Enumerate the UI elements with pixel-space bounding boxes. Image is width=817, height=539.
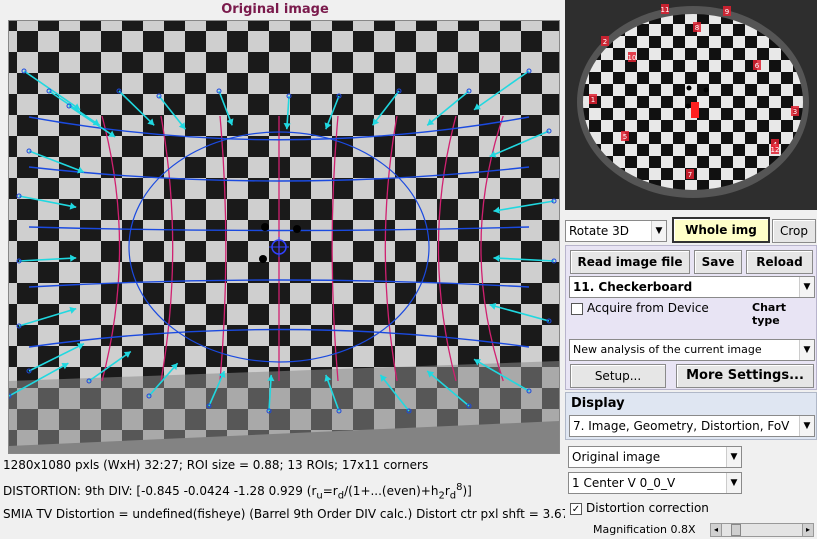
slider-right-arrow-icon[interactable]: ▸ xyxy=(802,524,813,536)
whole-img-button[interactable]: Whole img xyxy=(672,217,770,243)
magnification-label: Magnification 0.8X xyxy=(593,523,696,536)
read-image-file-button[interactable]: Read image file xyxy=(570,250,690,274)
chevron-down-icon: ▼ xyxy=(726,473,741,493)
chevron-down-icon: ▼ xyxy=(726,447,741,467)
chevron-down-icon: ▼ xyxy=(799,416,814,436)
thumbnail-image[interactable]: 821061345712911 xyxy=(565,0,817,210)
more-settings-button[interactable]: More Settings... xyxy=(676,364,814,388)
display-options-panel: Original image ▼ 1 Center V 0_0_V ▼ ✓ Dist… xyxy=(565,442,817,539)
distortion-checkbox[interactable]: ✓ xyxy=(570,503,582,515)
display-label: Display xyxy=(571,396,625,411)
display-panel: Display 7. Image, Geometry, Distortion, … xyxy=(565,392,817,440)
acquire-checkbox[interactable] xyxy=(571,303,583,315)
distortion-label: Distortion correction xyxy=(586,501,709,515)
analysis-panel: Read image file Save Reload 11. Checkerb… xyxy=(565,245,817,390)
center-roi-marker xyxy=(691,102,699,118)
image-title: Original image xyxy=(221,2,329,17)
fiducial-dot xyxy=(261,223,269,231)
roi-label: 11 xyxy=(661,6,670,14)
acquire-label: Acquire from Device xyxy=(587,301,709,315)
setup-button[interactable]: Setup... xyxy=(570,364,666,388)
roi-label: 12 xyxy=(771,146,780,154)
chart-select[interactable]: 11. Checkerboard ▼ xyxy=(569,276,815,298)
roi-label: 1 xyxy=(591,96,595,104)
fisheye-thumbnail: 821061345712911 xyxy=(565,0,817,210)
display-select[interactable]: 7. Image, Geometry, Distortion, FoV ▼ xyxy=(569,415,815,437)
chevron-down-icon: ▼ xyxy=(651,221,666,241)
roi-label: 7 xyxy=(688,171,692,179)
roi-label: 9 xyxy=(725,8,729,16)
info-line-1: 1280x1080 pxls (WxH) 32:27; ROI size = 0… xyxy=(3,458,429,472)
roi-label: 8 xyxy=(695,24,699,32)
rotate-select[interactable]: Rotate 3D ▼ xyxy=(565,220,667,242)
original-image-canvas[interactable] xyxy=(8,20,560,454)
info-line-2: DISTORTION: 9th DIV: [-0.845 -0.0424 -1.… xyxy=(3,482,472,502)
save-button[interactable]: Save xyxy=(694,250,742,274)
roi-label: 3 xyxy=(793,108,797,116)
distortion-plot xyxy=(9,21,559,453)
reload-button[interactable]: Reload xyxy=(746,250,813,274)
crop-button[interactable]: Crop xyxy=(772,219,816,243)
slider-thumb[interactable] xyxy=(731,524,741,536)
info-line-3: SMIA TV Distortion = undefined(fisheye) … xyxy=(3,507,608,521)
chevron-down-icon: ▼ xyxy=(799,340,814,360)
analysis-select[interactable]: New analysis of the current image ▼ xyxy=(569,339,815,361)
fiducial-dot xyxy=(259,255,267,263)
roi-label: 6 xyxy=(755,62,760,70)
magnification-slider[interactable]: ◂ ▸ xyxy=(710,523,814,537)
chevron-down-icon: ▼ xyxy=(799,277,814,297)
center-select[interactable]: 1 Center V 0_0_V ▼ xyxy=(568,472,742,494)
slider-left-arrow-icon[interactable]: ◂ xyxy=(711,524,722,536)
roi-label: 10 xyxy=(628,54,637,62)
roi-label: 2 xyxy=(603,38,607,46)
chart-type-label: Chart type xyxy=(752,301,787,327)
roi-label: 5 xyxy=(623,133,627,141)
fiducial-dot xyxy=(293,225,301,233)
image-select[interactable]: Original image ▼ xyxy=(568,446,742,468)
